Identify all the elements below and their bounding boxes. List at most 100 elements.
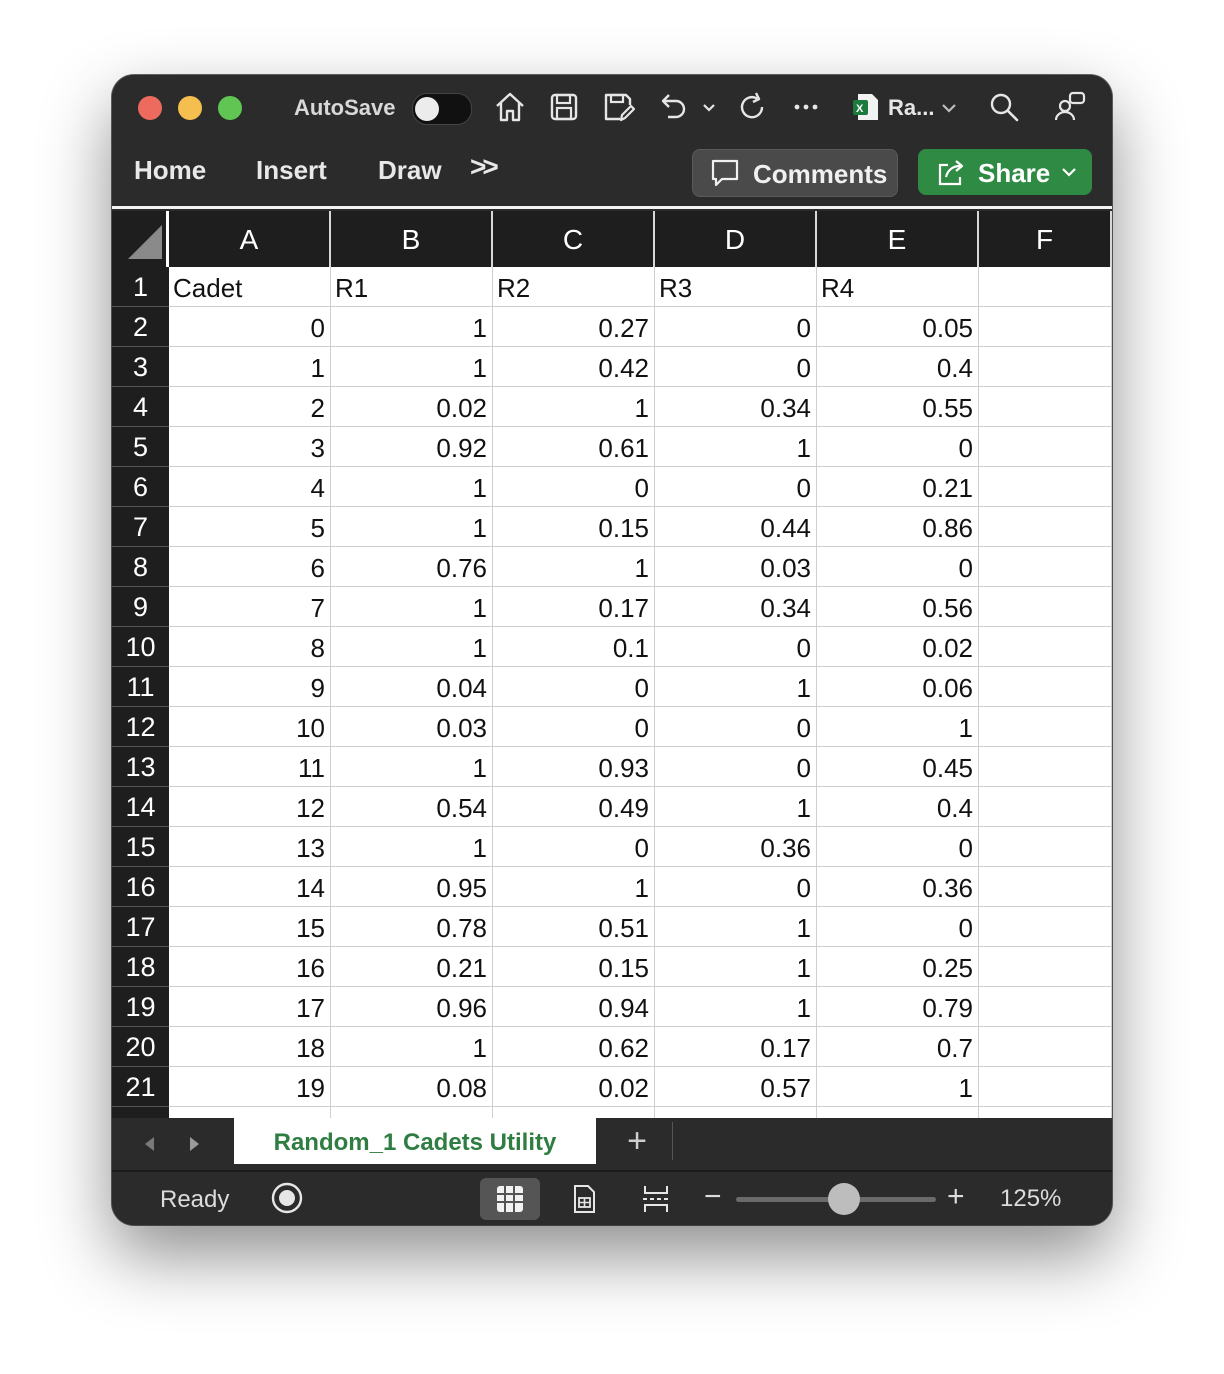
cell-f6[interactable]: [979, 467, 1112, 507]
cell-d16[interactable]: 0: [655, 867, 817, 907]
more-tabs-button[interactable]: >>: [470, 151, 499, 183]
cell-d4[interactable]: 0.34: [655, 387, 817, 427]
cell-c19[interactable]: 0.94: [493, 987, 655, 1027]
cell-a20[interactable]: 18: [169, 1027, 331, 1067]
cell-b6[interactable]: 1: [331, 467, 493, 507]
cell-b15[interactable]: 1: [331, 827, 493, 867]
prev-sheet-icon[interactable]: [140, 1134, 160, 1154]
tab-insert[interactable]: Insert: [256, 155, 327, 186]
cell-e13[interactable]: 0.45: [817, 747, 979, 787]
cell-a16[interactable]: 14: [169, 867, 331, 907]
cell-partial[interactable]: [493, 1107, 655, 1118]
cell-c10[interactable]: 0.1: [493, 627, 655, 667]
cell-d21[interactable]: 0.57: [655, 1067, 817, 1107]
row-header-17[interactable]: 17: [112, 907, 169, 947]
cell-b12[interactable]: 0.03: [331, 707, 493, 747]
row-header-7[interactable]: 7: [112, 507, 169, 547]
cell-a21[interactable]: 19: [169, 1067, 331, 1107]
zoom-level[interactable]: 125%: [1000, 1185, 1061, 1213]
cell-b9[interactable]: 1: [331, 587, 493, 627]
comments-button[interactable]: Comments: [692, 149, 898, 197]
cell-b16[interactable]: 0.95: [331, 867, 493, 907]
cell-c15[interactable]: 0: [493, 827, 655, 867]
cell-a14[interactable]: 12: [169, 787, 331, 827]
cell-f2[interactable]: [979, 307, 1112, 347]
cell-b1[interactable]: R1: [331, 267, 493, 307]
zoom-out-button[interactable]: −: [704, 1180, 722, 1214]
cell-c11[interactable]: 0: [493, 667, 655, 707]
autosave-toggle[interactable]: [412, 93, 472, 125]
cell-c8[interactable]: 1: [493, 547, 655, 587]
normal-view-button[interactable]: [480, 1178, 540, 1220]
cell-partial[interactable]: [169, 1107, 331, 1118]
search-icon[interactable]: [986, 89, 1022, 125]
cell-d20[interactable]: 0.17: [655, 1027, 817, 1067]
select-all-corner[interactable]: [112, 211, 168, 267]
row-header-11[interactable]: 11: [112, 667, 169, 707]
cell-d8[interactable]: 0.03: [655, 547, 817, 587]
cell-f16[interactable]: [979, 867, 1112, 907]
column-header-d[interactable]: D: [655, 211, 817, 267]
cell-e9[interactable]: 0.56: [817, 587, 979, 627]
cell-c3[interactable]: 0.42: [493, 347, 655, 387]
cell-a2[interactable]: 0: [169, 307, 331, 347]
cell-f3[interactable]: [979, 347, 1112, 387]
cell-c14[interactable]: 0.49: [493, 787, 655, 827]
sheet-tab-active[interactable]: Random_1 Cadets Utility: [234, 1118, 596, 1164]
cell-c6[interactable]: 0: [493, 467, 655, 507]
cell-e20[interactable]: 0.7: [817, 1027, 979, 1067]
cell-b3[interactable]: 1: [331, 347, 493, 387]
cell-c5[interactable]: 0.61: [493, 427, 655, 467]
cell-d5[interactable]: 1: [655, 427, 817, 467]
tab-draw[interactable]: Draw: [378, 155, 442, 186]
cell-d2[interactable]: 0: [655, 307, 817, 347]
cell-f13[interactable]: [979, 747, 1112, 787]
cell-a13[interactable]: 11: [169, 747, 331, 787]
next-sheet-icon[interactable]: [184, 1134, 204, 1154]
cell-d19[interactable]: 1: [655, 987, 817, 1027]
cell-a17[interactable]: 15: [169, 907, 331, 947]
cell-f18[interactable]: [979, 947, 1112, 987]
cell-a19[interactable]: 17: [169, 987, 331, 1027]
cell-a6[interactable]: 4: [169, 467, 331, 507]
cell-f1[interactable]: [979, 267, 1112, 307]
cell-a15[interactable]: 13: [169, 827, 331, 867]
cell-b2[interactable]: 1: [331, 307, 493, 347]
document-title[interactable]: Ra...: [888, 95, 934, 121]
chevron-down-icon[interactable]: [1060, 163, 1078, 181]
cell-f21[interactable]: [979, 1067, 1112, 1107]
row-header-5[interactable]: 5: [112, 427, 169, 467]
row-header-8[interactable]: 8: [112, 547, 169, 587]
zoom-window-button[interactable]: [218, 96, 242, 120]
cell-e3[interactable]: 0.4: [817, 347, 979, 387]
undo-icon[interactable]: [654, 89, 690, 125]
cell-e10[interactable]: 0.02: [817, 627, 979, 667]
cell-partial[interactable]: [817, 1107, 979, 1118]
cell-d11[interactable]: 1: [655, 667, 817, 707]
row-header-4[interactable]: 4: [112, 387, 169, 427]
row-header-2[interactable]: 2: [112, 307, 169, 347]
add-sheet-button[interactable]: +: [620, 1124, 654, 1158]
cell-f9[interactable]: [979, 587, 1112, 627]
cell-a9[interactable]: 7: [169, 587, 331, 627]
cell-e11[interactable]: 0.06: [817, 667, 979, 707]
cell-a18[interactable]: 16: [169, 947, 331, 987]
zoom-slider-handle[interactable]: [828, 1183, 860, 1215]
row-header-6[interactable]: 6: [112, 467, 169, 507]
cell-d15[interactable]: 0.36: [655, 827, 817, 867]
row-header-16[interactable]: 16: [112, 867, 169, 907]
cell-a12[interactable]: 10: [169, 707, 331, 747]
cell-c2[interactable]: 0.27: [493, 307, 655, 347]
redo-icon[interactable]: [734, 89, 770, 125]
macro-record-icon[interactable]: [270, 1181, 304, 1215]
cell-e19[interactable]: 0.79: [817, 987, 979, 1027]
cell-e1[interactable]: R4: [817, 267, 979, 307]
save-as-icon[interactable]: [600, 89, 636, 125]
cell-f17[interactable]: [979, 907, 1112, 947]
cell-partial[interactable]: [979, 1107, 1112, 1118]
cell-f11[interactable]: [979, 667, 1112, 707]
row-header-3[interactable]: 3: [112, 347, 169, 387]
cell-e8[interactable]: 0: [817, 547, 979, 587]
page-layout-view-button[interactable]: [554, 1178, 614, 1220]
cell-d13[interactable]: 0: [655, 747, 817, 787]
